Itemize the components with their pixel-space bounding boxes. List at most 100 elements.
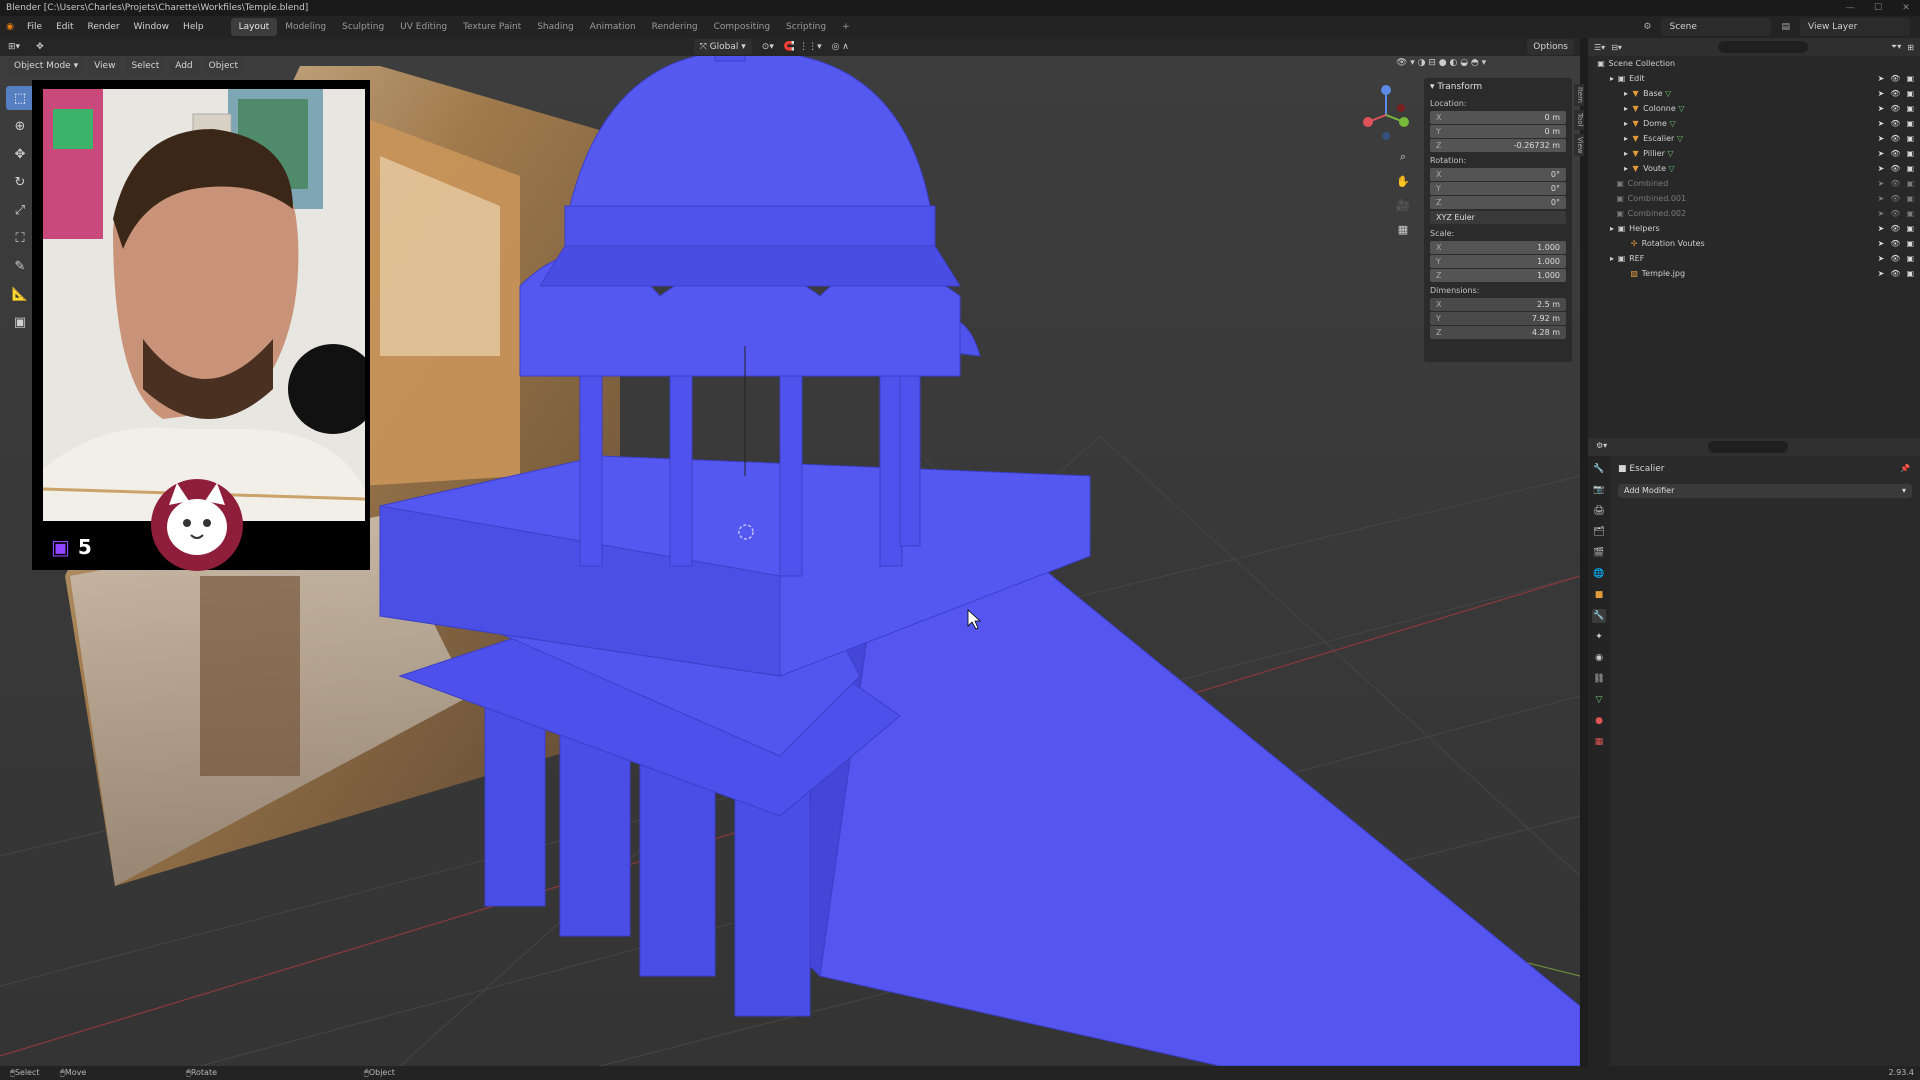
- camera-render-icon[interactable]: ▣: [1906, 236, 1914, 251]
- scale-z-field[interactable]: Z 1.000: [1430, 269, 1566, 282]
- menu-edit[interactable]: Edit: [49, 22, 80, 32]
- dimensions-z-field[interactable]: Z 4.28 m: [1430, 326, 1566, 339]
- camera-icon[interactable]: 🎥: [1394, 196, 1412, 214]
- tab-rendering[interactable]: Rendering: [644, 18, 706, 36]
- location-y-field[interactable]: Y 0 m: [1430, 125, 1566, 138]
- camera-render-icon[interactable]: ▣: [1906, 176, 1914, 191]
- tab-animation[interactable]: Animation: [582, 18, 644, 36]
- object-menu[interactable]: Object: [202, 58, 244, 74]
- outliner-row[interactable]: ▣ Combined.001 ➤ 👁 ▣: [1588, 191, 1920, 206]
- selectable-icon[interactable]: ➤: [1878, 101, 1885, 116]
- move-tool-icon[interactable]: ✥: [6, 142, 34, 166]
- camera-render-icon[interactable]: ▣: [1906, 131, 1914, 146]
- outliner-row[interactable]: ▸ ▼ Escalier ▽ ➤ 👁 ▣: [1588, 131, 1920, 146]
- selectable-icon[interactable]: ➤: [1878, 131, 1885, 146]
- outliner-row[interactable]: ▸ ▼ Dome ▽ ➤ 👁 ▣: [1588, 116, 1920, 131]
- tab-scripting[interactable]: Scripting: [778, 18, 834, 36]
- tab-layout[interactable]: Layout: [230, 18, 278, 36]
- outliner-row[interactable]: ▸ ▣ Helpers ➤ 👁 ▣: [1588, 221, 1920, 236]
- dimensions-x-field[interactable]: X 2.5 m: [1430, 298, 1566, 311]
- transform-icon[interactable]: ✥: [36, 42, 44, 52]
- outliner-row[interactable]: ▣ Combined ➤ 👁 ▣: [1588, 176, 1920, 191]
- selectable-icon[interactable]: ➤: [1878, 236, 1885, 251]
- eye-icon[interactable]: 👁: [1890, 131, 1900, 146]
- rotation-x-field[interactable]: X 0°: [1430, 168, 1566, 181]
- maximize-icon[interactable]: ☐: [1864, 0, 1892, 16]
- eye-icon[interactable]: 👁: [1890, 236, 1900, 251]
- eye-icon[interactable]: 👁: [1890, 101, 1900, 116]
- eye-icon[interactable]: 👁: [1890, 251, 1900, 266]
- rotation-y-field[interactable]: Y 0°: [1430, 182, 1566, 195]
- eye-icon[interactable]: 👁: [1890, 116, 1900, 131]
- data-tab-icon[interactable]: ▽: [1592, 693, 1606, 707]
- minimize-icon[interactable]: —: [1836, 0, 1864, 16]
- eye-icon[interactable]: 👁: [1890, 146, 1900, 161]
- camera-render-icon[interactable]: ▣: [1906, 251, 1914, 266]
- orientation-dropdown[interactable]: ⤧ Global ▾: [693, 39, 752, 55]
- tab-compositing[interactable]: Compositing: [706, 18, 778, 36]
- grid-ortho-icon[interactable]: ▦: [1394, 220, 1412, 238]
- rotation-mode-dropdown[interactable]: XYZ Euler: [1430, 211, 1566, 224]
- rotate-tool-icon[interactable]: ↻: [6, 170, 34, 194]
- snap-icon[interactable]: 🧲: [784, 42, 795, 52]
- select-box-icon[interactable]: ⬚: [6, 86, 34, 110]
- camera-render-icon[interactable]: ▣: [1906, 71, 1914, 86]
- camera-render-icon[interactable]: ▣: [1906, 266, 1914, 281]
- modifier-tab-icon[interactable]: 🔧: [1592, 609, 1606, 623]
- location-z-field[interactable]: Z -0.26732 m: [1430, 139, 1566, 152]
- tab-shading[interactable]: Shading: [529, 18, 582, 36]
- navigation-gizmo[interactable]: [1356, 80, 1416, 150]
- outliner-row[interactable]: ▸ ▼ Voute ▽ ➤ 👁 ▣: [1588, 161, 1920, 176]
- add-modifier-dropdown[interactable]: Add Modifier ▾: [1618, 484, 1912, 498]
- physics-tab-icon[interactable]: ◉: [1592, 651, 1606, 665]
- scale-y-field[interactable]: Y 1.000: [1430, 255, 1566, 268]
- selectable-icon[interactable]: ➤: [1878, 71, 1885, 86]
- camera-render-icon[interactable]: ▣: [1906, 101, 1914, 116]
- new-collection-icon[interactable]: ⊞: [1907, 43, 1914, 52]
- select-menu[interactable]: Select: [125, 58, 166, 74]
- view-layer-tab-icon[interactable]: 🗂: [1592, 525, 1606, 539]
- menu-help[interactable]: Help: [176, 22, 211, 32]
- annotate-tool-icon[interactable]: ✎: [6, 254, 34, 278]
- outliner-editor-icon[interactable]: ☰▾: [1594, 43, 1605, 52]
- snap-grid-icon[interactable]: ⋮⋮▾: [799, 42, 822, 52]
- outliner-row[interactable]: ▣ Combined.002 ➤ 👁 ▣: [1588, 206, 1920, 221]
- selectable-icon[interactable]: ➤: [1878, 221, 1885, 236]
- camera-render-icon[interactable]: ▣: [1906, 146, 1914, 161]
- menu-file[interactable]: File: [20, 22, 49, 32]
- options-dropdown[interactable]: Options: [1527, 39, 1574, 55]
- camera-render-icon[interactable]: ▣: [1906, 221, 1914, 236]
- view-layer-selector[interactable]: View Layer: [1800, 18, 1910, 36]
- material-tab-icon[interactable]: ●: [1592, 714, 1606, 728]
- outliner-row[interactable]: ▸ ▣ Edit ➤ 👁 ▣: [1588, 71, 1920, 86]
- add-menu[interactable]: Add: [169, 58, 199, 74]
- tab-view[interactable]: View: [1574, 133, 1584, 157]
- transform-header[interactable]: ▾ Transform: [1424, 78, 1572, 96]
- cursor-tool-icon[interactable]: ⊕: [6, 114, 34, 138]
- outliner-row[interactable]: ▸ ▼ Base ▽ ➤ 👁 ▣: [1588, 86, 1920, 101]
- eye-icon[interactable]: 👁: [1890, 191, 1900, 206]
- scale-x-field[interactable]: X 1.000: [1430, 241, 1566, 254]
- tab-uv-editing[interactable]: UV Editing: [392, 18, 455, 36]
- outliner-row[interactable]: ✢ Rotation Voutes ➤ 👁 ▣: [1588, 236, 1920, 251]
- scene-selector[interactable]: Scene: [1661, 18, 1772, 36]
- camera-render-icon[interactable]: ▣: [1906, 116, 1914, 131]
- eye-icon[interactable]: 👁: [1890, 266, 1900, 281]
- scale-tool-icon[interactable]: ⤢: [6, 198, 34, 222]
- camera-render-icon[interactable]: ▣: [1906, 86, 1914, 101]
- camera-render-icon[interactable]: ▣: [1906, 206, 1914, 221]
- add-workspace-button[interactable]: +: [834, 18, 858, 36]
- selectable-icon[interactable]: ➤: [1878, 116, 1885, 131]
- selectable-icon[interactable]: ➤: [1878, 191, 1885, 206]
- menu-window[interactable]: Window: [127, 22, 177, 32]
- outliner-row[interactable]: ▸ ▼ Colonne ▽ ➤ 👁 ▣: [1588, 101, 1920, 116]
- texture-tab-icon[interactable]: ▦: [1592, 735, 1606, 749]
- render-tab-icon[interactable]: 📷: [1592, 483, 1606, 497]
- outliner-search-input[interactable]: [1717, 41, 1808, 53]
- tab-sculpting[interactable]: Sculpting: [334, 18, 392, 36]
- blender-logo-icon[interactable]: ◉: [0, 16, 20, 38]
- camera-render-icon[interactable]: ▣: [1906, 191, 1914, 206]
- transform-tool-icon[interactable]: ⛶: [6, 226, 34, 250]
- menu-render[interactable]: Render: [81, 22, 127, 32]
- constraints-tab-icon[interactable]: ⛓: [1592, 672, 1606, 686]
